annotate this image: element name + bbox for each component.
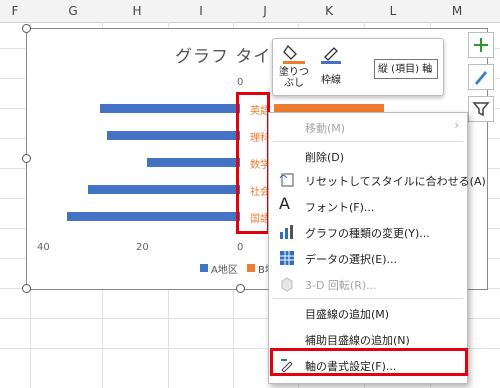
chevron-down-icon: ⌄ bbox=[426, 65, 434, 75]
bar-series-a[interactable] bbox=[67, 212, 240, 221]
x-tick-label: 40 bbox=[37, 242, 50, 253]
column-header-row: F G H I J K L M bbox=[0, 0, 500, 23]
chart-filters-button[interactable] bbox=[468, 96, 494, 122]
bar-series-a[interactable] bbox=[88, 185, 240, 194]
chart-element-select[interactable]: 縦 (項目) 軸 ⌄ bbox=[374, 59, 438, 79]
menu-item-label: リセットしてスタイルに合わせる(A) bbox=[305, 175, 486, 188]
column-label[interactable]: M bbox=[432, 0, 482, 22]
mini-toolbar: 塗りつぶし 枠線 縦 (項目) 軸 ⌄ bbox=[272, 38, 444, 96]
plus-icon bbox=[474, 38, 488, 52]
menu-item-reset-style[interactable]: リセットしてスタイルに合わせる(A) bbox=[269, 168, 486, 192]
menu-separator bbox=[273, 141, 463, 142]
menu-item-change-chart-type[interactable]: グラフの種類の変更(Y)... bbox=[269, 220, 467, 244]
legend-swatch-b bbox=[247, 264, 255, 272]
column-label[interactable]: F bbox=[0, 0, 30, 22]
select-data-icon bbox=[280, 251, 294, 265]
menu-item-label: 3-D 回転(R)... bbox=[305, 279, 377, 292]
column-label[interactable]: G bbox=[48, 0, 98, 22]
column-label[interactable]: I bbox=[176, 0, 226, 22]
resize-handle[interactable] bbox=[22, 24, 31, 33]
outline-button[interactable] bbox=[319, 43, 343, 65]
menu-item-add-gridlines[interactable]: 目盛線の追加(M) bbox=[269, 301, 467, 325]
bar-series-a[interactable] bbox=[100, 104, 240, 113]
x-tick-label: 20 bbox=[136, 242, 149, 253]
format-axis-highlight bbox=[270, 348, 468, 376]
resize-handle[interactable] bbox=[22, 154, 31, 163]
menu-item-select-data[interactable]: データの選択(E)... bbox=[269, 246, 467, 270]
outline-label[interactable]: 枠線 bbox=[315, 71, 347, 86]
bar-series-a[interactable] bbox=[107, 131, 240, 140]
reset-style-icon bbox=[279, 173, 294, 187]
menu-item-label: 補助目盛線の追加(N) bbox=[305, 334, 410, 347]
menu-item-delete[interactable]: 削除(D) bbox=[269, 144, 467, 168]
x-tick-label: 0 bbox=[237, 242, 244, 253]
legend-swatch-a bbox=[200, 264, 208, 272]
menu-item-label: データの選択(E)... bbox=[305, 253, 398, 266]
menu-item-label: 削除(D) bbox=[305, 151, 345, 164]
menu-item-label: フォント(F)... bbox=[305, 201, 375, 214]
bar-series-a[interactable] bbox=[147, 158, 240, 167]
font-icon: A bbox=[279, 194, 290, 213]
menu-item-move[interactable]: 移動(M) › bbox=[269, 115, 467, 139]
chart-title[interactable]: グラフ タイ bbox=[175, 42, 271, 67]
chart-element-value: 縦 (項目) 軸 bbox=[378, 64, 433, 75]
menu-item-label: 目盛線の追加(M) bbox=[305, 308, 390, 321]
column-label[interactable]: L bbox=[368, 0, 418, 22]
column-label[interactable]: K bbox=[304, 0, 354, 22]
fill-button[interactable] bbox=[281, 43, 307, 65]
menu-item-font[interactable]: A フォント(F)... bbox=[269, 194, 467, 218]
x-tick-label: 0 bbox=[237, 77, 244, 88]
menu-item-label: 移動(M) bbox=[305, 122, 346, 135]
pen-icon bbox=[321, 47, 341, 64]
3d-rotation-icon bbox=[281, 277, 293, 292]
fill-label[interactable]: 塗りつぶし bbox=[277, 67, 311, 89]
selected-axis-highlight bbox=[236, 92, 270, 234]
menu-item-label: グラフの種類の変更(Y)... bbox=[305, 227, 430, 240]
column-label[interactable]: H bbox=[112, 0, 162, 22]
chart-type-icon bbox=[280, 225, 293, 239]
resize-handle[interactable] bbox=[22, 284, 31, 293]
filter-icon bbox=[472, 102, 490, 117]
resize-handle[interactable] bbox=[236, 284, 245, 293]
context-menu: 移動(M) › 削除(D) リセットしてスタイルに合わせる(A) A フォント(… bbox=[268, 112, 486, 384]
column-label[interactable]: J bbox=[240, 0, 290, 22]
chart-elements-button[interactable] bbox=[468, 32, 494, 58]
chart-styles-button[interactable] bbox=[468, 64, 494, 90]
paint-bucket-icon bbox=[283, 44, 305, 64]
submenu-arrow-icon: › bbox=[454, 118, 459, 132]
menu-item-3d-rotation[interactable]: 3-D 回転(R)... bbox=[269, 272, 467, 296]
brush-icon bbox=[475, 71, 487, 85]
menu-separator bbox=[273, 298, 463, 299]
legend-label-a[interactable]: A地区 bbox=[211, 261, 238, 276]
